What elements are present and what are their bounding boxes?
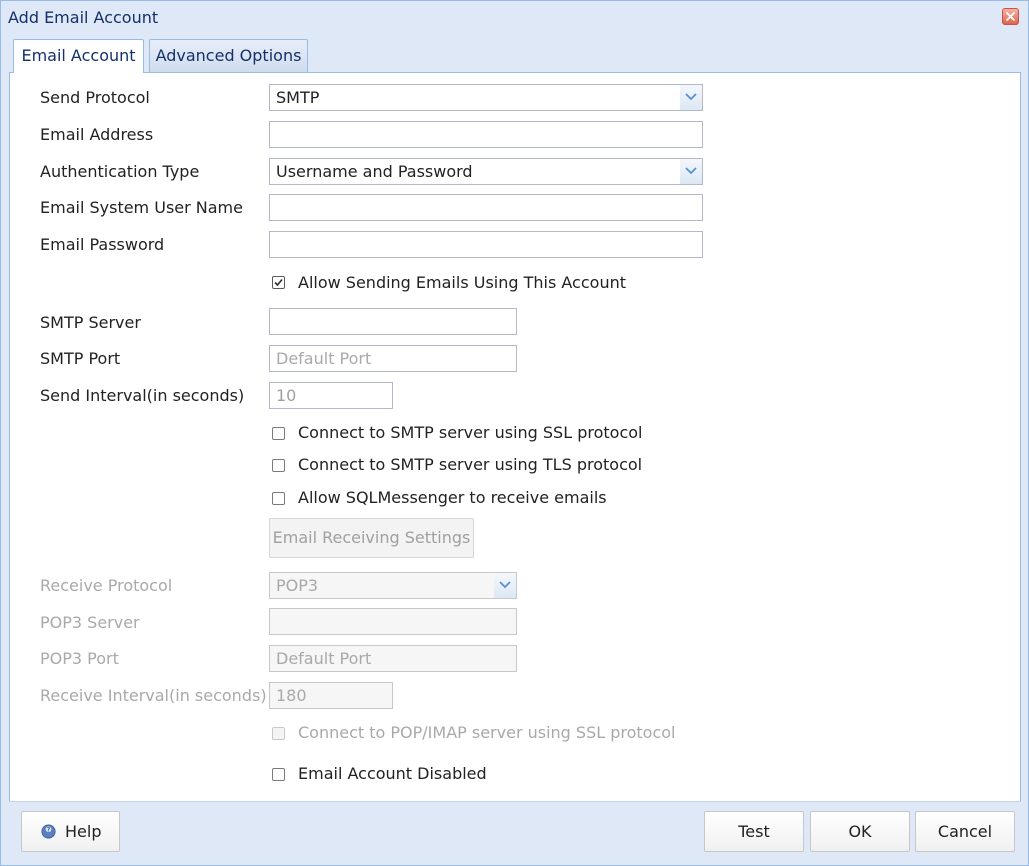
allow-sending-checkbox[interactable] <box>272 276 285 289</box>
pop3-server-label: POP3 Server <box>40 613 140 632</box>
smtp-tls-checkbox[interactable] <box>272 459 285 472</box>
send-protocol-select[interactable]: SMTP <box>269 84 703 111</box>
smtp-ssl-checkbox[interactable] <box>272 427 285 440</box>
svg-text:?: ? <box>47 826 51 833</box>
ok-button[interactable]: OK <box>810 811 910 852</box>
add-email-account-dialog: Add Email Account Email Account Advanced… <box>0 0 1029 866</box>
password-label: Email Password <box>40 235 165 254</box>
receive-protocol-value: POP3 <box>276 576 319 595</box>
tab-bar: Email Account Advanced Options <box>9 36 1021 73</box>
tab-advanced-options[interactable]: Advanced Options <box>149 39 308 72</box>
send-interval-label: Send Interval(in seconds) <box>40 386 245 405</box>
tab-email-account[interactable]: Email Account <box>13 39 144 73</box>
receive-protocol-label: Receive Protocol <box>40 576 173 595</box>
send-protocol-trigger[interactable] <box>680 85 702 110</box>
pop-ssl-checkbox[interactable] <box>272 727 285 740</box>
email-address-label: Email Address <box>40 125 154 144</box>
pop3-server-input[interactable] <box>269 608 517 635</box>
authentication-type-select[interactable]: Username and Password <box>269 158 703 185</box>
smtp-ssl-label[interactable]: Connect to SMTP server using SSL protoco… <box>298 423 642 442</box>
smtp-server-label: SMTP Server <box>40 313 141 332</box>
allow-receive-checkbox[interactable] <box>272 492 285 505</box>
title-bar[interactable]: Add Email Account <box>1 1 1028 35</box>
pop-ssl-label[interactable]: Connect to POP/IMAP server using SSL pro… <box>298 723 676 742</box>
close-icon <box>1006 12 1015 21</box>
send-protocol-label: Send Protocol <box>40 88 150 107</box>
smtp-port-input[interactable] <box>269 345 517 372</box>
check-icon <box>274 278 283 287</box>
authentication-type-label: Authentication Type <box>40 162 200 181</box>
receive-protocol-trigger[interactable] <box>494 573 516 598</box>
account-disabled-label[interactable]: Email Account Disabled <box>298 764 487 783</box>
email-address-input[interactable] <box>269 121 703 148</box>
send-interval-input[interactable] <box>269 382 393 409</box>
account-disabled-checkbox[interactable] <box>272 768 285 781</box>
smtp-tls-label[interactable]: Connect to SMTP server using TLS protoco… <box>298 455 642 474</box>
pop3-port-label: POP3 Port <box>40 649 119 668</box>
allow-sending-label[interactable]: Allow Sending Emails Using This Account <box>298 273 626 292</box>
password-input[interactable] <box>269 231 703 258</box>
test-button[interactable]: Test <box>704 811 804 852</box>
dialog-footer: ? Help Test OK Cancel <box>9 801 1021 858</box>
receive-interval-label: Receive Interval(in seconds) <box>40 686 267 705</box>
chevron-down-icon <box>685 93 697 101</box>
chevron-down-icon <box>499 581 511 589</box>
authentication-type-value: Username and Password <box>276 162 473 181</box>
close-button[interactable] <box>1002 8 1019 25</box>
smtp-server-input[interactable] <box>269 308 517 335</box>
authentication-type-trigger[interactable] <box>680 159 702 184</box>
user-name-label: Email System User Name <box>40 198 243 217</box>
window-title: Add Email Account <box>8 8 159 27</box>
email-account-panel: Send Protocol SMTP Email Address Authent… <box>9 73 1021 801</box>
receive-interval-input[interactable] <box>269 682 393 709</box>
chevron-down-icon <box>685 167 697 175</box>
email-receiving-settings-button[interactable]: Email Receiving Settings <box>269 518 474 558</box>
help-button-label: Help <box>65 822 102 841</box>
allow-receive-label[interactable]: Allow SQLMessenger to receive emails <box>298 488 607 507</box>
user-name-input[interactable] <box>269 194 703 221</box>
help-button[interactable]: ? Help <box>21 811 120 852</box>
smtp-port-label: SMTP Port <box>40 349 121 368</box>
receive-protocol-select[interactable]: POP3 <box>269 572 517 599</box>
send-protocol-value: SMTP <box>276 88 320 107</box>
help-icon: ? <box>41 824 56 839</box>
cancel-button[interactable]: Cancel <box>915 811 1015 852</box>
pop3-port-input[interactable] <box>269 645 517 672</box>
